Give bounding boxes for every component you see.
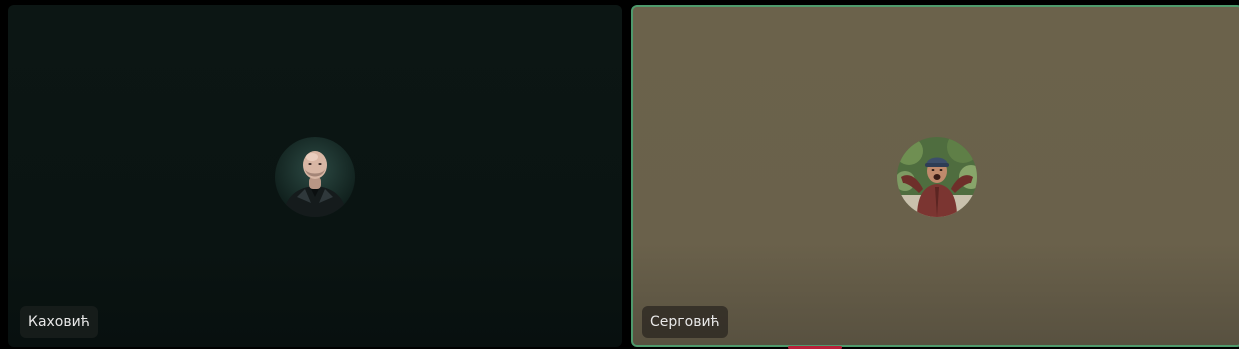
bald-man-avatar-icon: [275, 137, 355, 217]
participant-name-label: Каховић: [20, 306, 98, 338]
participant-tile-active-speaker[interactable]: Серговић: [631, 5, 1239, 347]
participant-tile[interactable]: Каховић: [8, 5, 622, 347]
participant-avatar: [275, 137, 355, 217]
man-in-cap-avatar-icon: [897, 137, 977, 217]
participant-avatar: [897, 137, 977, 217]
participant-name-label: Серговић: [642, 306, 728, 338]
video-call-grid: Каховић Серговић: [0, 0, 1239, 349]
